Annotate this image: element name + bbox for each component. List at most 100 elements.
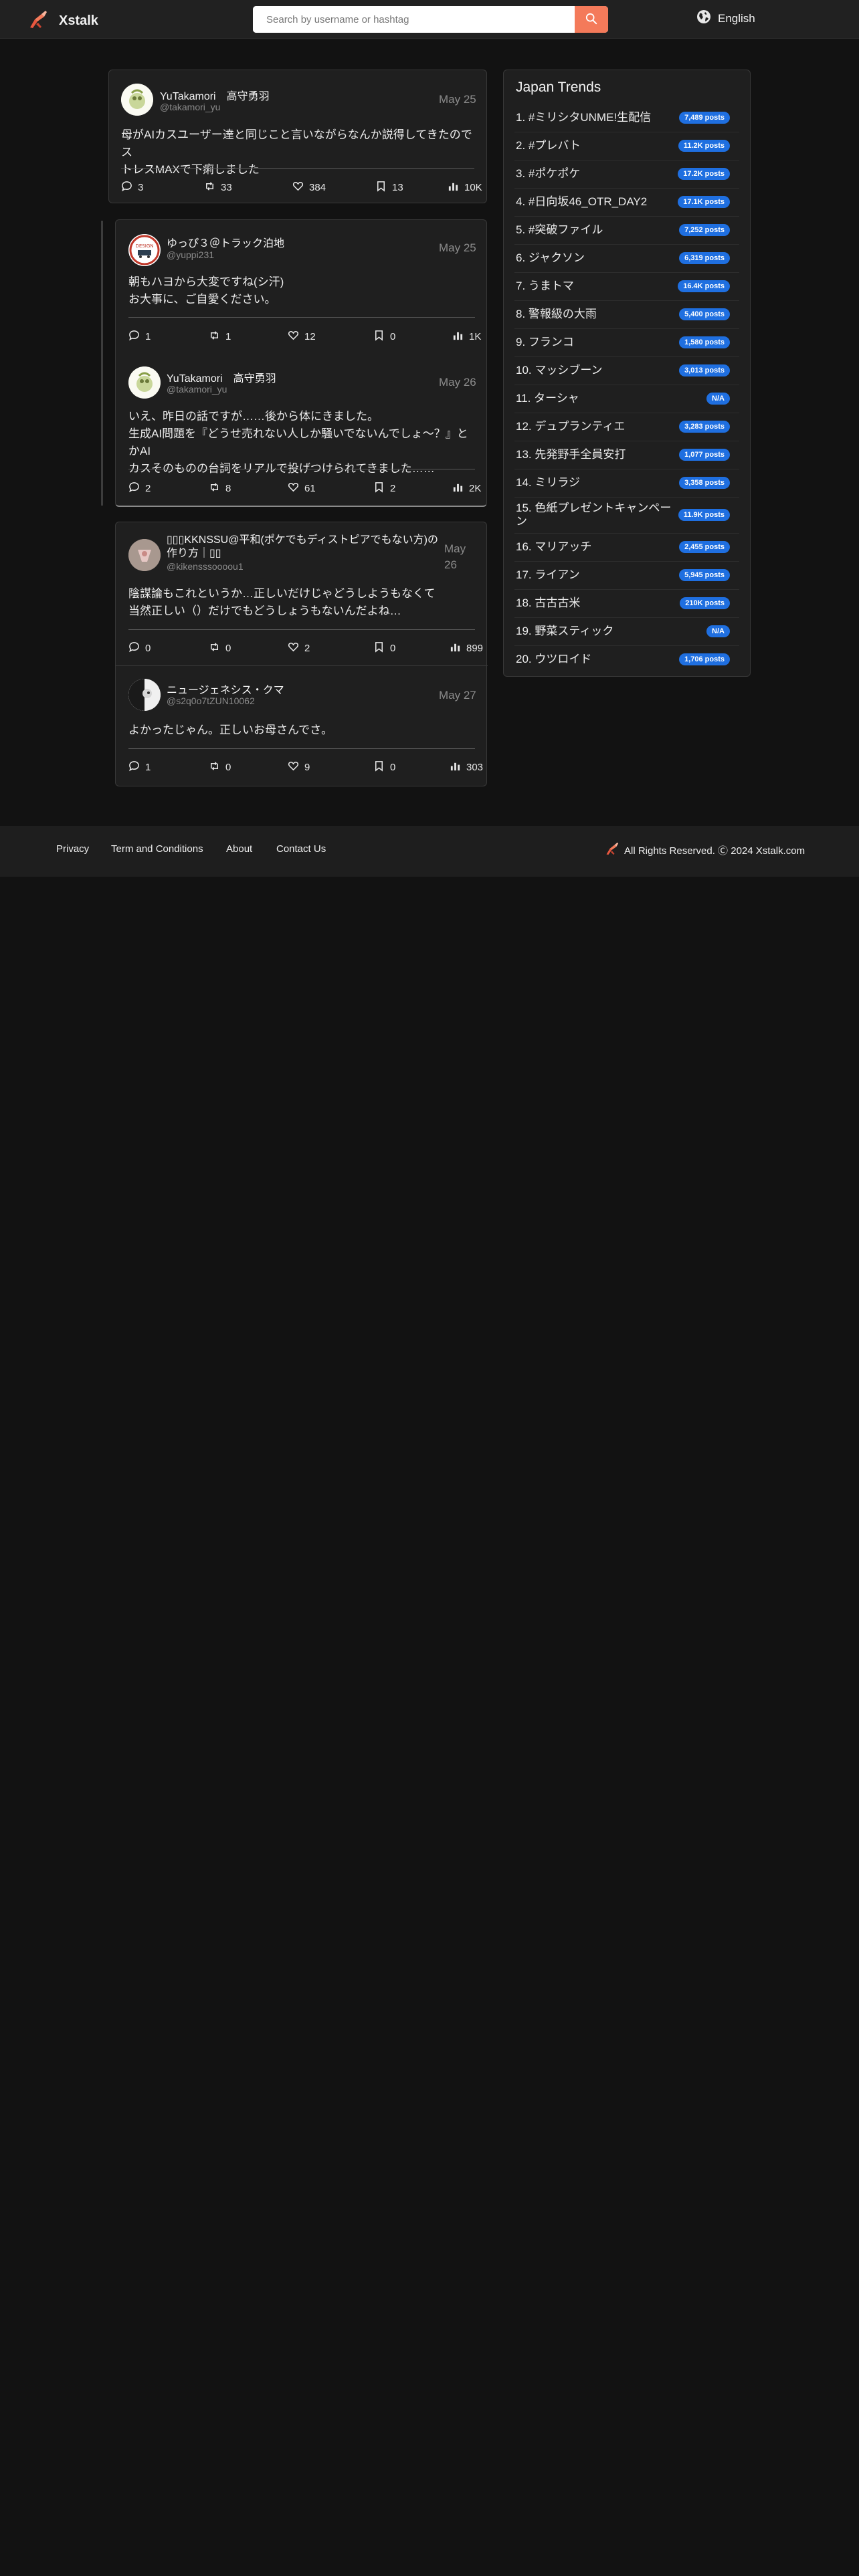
search-input[interactable] <box>253 6 575 33</box>
trend-item[interactable]: 18. 古古古米 210K posts <box>514 589 739 617</box>
trend-item[interactable]: 5. #突破ファイル 7,252 posts <box>514 216 739 244</box>
trend-name: 16. マリアッチ <box>516 540 592 553</box>
post-author-handle[interactable]: @yuppi231 <box>167 249 214 260</box>
brand-link[interactable]: Xstalk <box>27 8 98 34</box>
repost-icon <box>209 760 220 774</box>
repost-button[interactable]: 1 <box>209 330 231 344</box>
post-author-name-line: ▯▯▯KKNSSU@平和(ポケでもディストピアでもない方)の <box>167 534 438 546</box>
bookmark-button[interactable]: 13 <box>375 181 403 195</box>
comment-button[interactable]: 1 <box>128 330 151 344</box>
like-button[interactable]: 9 <box>288 760 310 774</box>
language-selector[interactable]: English <box>696 9 755 27</box>
trend-item[interactable]: 15. 色紙プレゼントキャンペーン 11.9K posts <box>514 497 739 533</box>
search-bar <box>253 6 608 33</box>
repost-button[interactable]: 0 <box>209 760 231 774</box>
comment-count: 2 <box>145 483 151 494</box>
bar-chart-icon <box>452 330 464 344</box>
comment-button[interactable]: 0 <box>128 641 151 655</box>
trend-item[interactable]: 9. フランコ 1,580 posts <box>514 328 739 356</box>
bookmark-icon <box>375 181 387 195</box>
post-author-handle[interactable]: @s2q0o7tZUN10062 <box>167 695 255 706</box>
trend-item[interactable]: 13. 先発野手全員安打 1,077 posts <box>514 441 739 469</box>
post-author-handle[interactable]: @takamori_yu <box>160 102 220 112</box>
post-author-name[interactable]: ニュージェネシス・クマ <box>167 681 284 697</box>
post-text-line: 母がAIカスユーザー達と同じこと言いながらなんか説得してきたのでス <box>121 128 472 158</box>
post-author-handle[interactable]: @takamori_yu <box>167 384 227 395</box>
repost-count: 0 <box>225 762 231 773</box>
like-button[interactable]: 12 <box>288 330 316 344</box>
trend-item[interactable]: 11. ターシャ N/A <box>514 385 739 413</box>
trend-item[interactable]: 8. 警報級の大雨 5,400 posts <box>514 300 739 328</box>
post-author-handle[interactable]: @kikensssoooou1 <box>167 561 244 572</box>
post-author-name[interactable]: ゆっぴ３＠トラック泊地 <box>167 234 284 250</box>
post-stats: 1 0 9 0 303 <box>128 760 483 775</box>
like-button[interactable]: 61 <box>288 481 316 496</box>
post-text-line: よかったじゃん。正しいお母さんでさ。 <box>128 724 333 736</box>
post-stats: 3 33 384 13 10K <box>121 181 482 195</box>
bookmark-button[interactable]: 2 <box>373 481 395 496</box>
bookmark-button[interactable]: 0 <box>373 330 395 344</box>
trend-post-count-badge: N/A <box>706 625 730 637</box>
comment-button[interactable]: 1 <box>128 760 151 774</box>
avatar[interactable] <box>121 84 153 116</box>
footer-link-about[interactable]: About <box>226 843 252 855</box>
post-author-name[interactable]: YuTakamori 高守勇羽 <box>160 87 270 103</box>
trend-post-count-badge: 5,945 posts <box>679 569 730 581</box>
thread-card: DESIGN ゆっぴ３＠トラック泊地 @yuppi231 May 25 朝もハヨ… <box>115 219 487 507</box>
avatar[interactable] <box>128 366 161 399</box>
repost-button[interactable]: 0 <box>209 641 231 655</box>
trend-item[interactable]: 16. マリアッチ 2,455 posts <box>514 533 739 561</box>
avatar[interactable] <box>128 539 161 571</box>
trend-item[interactable]: 7. うまトマ 16.4K posts <box>514 272 739 300</box>
comment-count: 1 <box>145 331 151 342</box>
footer-link-privacy[interactable]: Privacy <box>56 843 89 855</box>
post-text-line: 朝もハヨから大変ですね(シ汗) <box>128 276 284 288</box>
trend-post-count-badge: 17.1K posts <box>678 196 730 208</box>
trend-item[interactable]: 19. 野菜スティック N/A <box>514 617 739 645</box>
footer-link-terms[interactable]: Term and Conditions <box>111 843 203 855</box>
bookmark-button[interactable]: 0 <box>373 641 395 655</box>
comment-button[interactable]: 2 <box>128 481 151 496</box>
footer-link-contact[interactable]: Contact Us <box>276 843 326 855</box>
comment-icon <box>128 760 140 774</box>
comment-icon <box>128 641 140 655</box>
post-author-name[interactable]: YuTakamori 高守勇羽 <box>167 369 276 385</box>
avatar[interactable] <box>128 679 161 711</box>
trend-name: 3. #ポケポケ <box>516 167 581 180</box>
comment-button[interactable]: 3 <box>121 181 143 195</box>
trend-item[interactable]: 3. #ポケポケ 17.2K posts <box>514 160 739 188</box>
trend-item[interactable]: 4. #日向坂46_OTR_DAY2 17.1K posts <box>514 188 739 216</box>
trend-post-count-badge: 11.9K posts <box>678 509 730 521</box>
trend-item[interactable]: 17. ライアン 5,945 posts <box>514 561 739 589</box>
avatar[interactable]: DESIGN <box>128 234 161 266</box>
post-author-name[interactable]: ▯▯▯KKNSSU@平和(ポケでもディストピアでもない方)の 作り方｜▯▯ <box>167 534 438 560</box>
post-text: 陰謀論もこれというか…正しいだけじゃどうしようもなくて 当然正しい（）だけでもど… <box>128 585 475 620</box>
trends-panel: Japan Trends 1. #ミリシタUNME!生配信 7,489 posts… <box>503 70 751 677</box>
trend-name: 15. 色紙プレゼントキャンペーン <box>516 502 672 528</box>
trend-name: 20. ウツロイド <box>516 653 592 665</box>
brand-name: Xstalk <box>59 13 98 28</box>
trend-post-count-badge: 1,580 posts <box>679 336 730 348</box>
trend-item[interactable]: 1. #ミリシタUNME!生配信 7,489 posts <box>514 104 739 132</box>
like-button[interactable]: 384 <box>292 181 326 195</box>
like-count: 9 <box>304 762 310 773</box>
comment-icon <box>128 330 140 344</box>
like-button[interactable]: 2 <box>288 641 310 655</box>
bookmark-count: 2 <box>390 483 396 494</box>
trend-post-count-badge: 3,283 posts <box>679 421 730 433</box>
trend-item[interactable]: 6. ジャクソン 6,319 posts <box>514 244 739 272</box>
trend-item[interactable]: 20. ウツロイド 1,706 posts <box>514 645 739 673</box>
search-button[interactable] <box>575 6 608 33</box>
repost-button[interactable]: 8 <box>209 481 231 496</box>
trend-item[interactable]: 2. #プレバト 11.2K posts <box>514 132 739 160</box>
trend-item[interactable]: 10. マッシブーン 3,013 posts <box>514 356 739 385</box>
trend-item[interactable]: 12. デュプランティエ 3,283 posts <box>514 413 739 441</box>
repost-button[interactable]: 33 <box>204 181 232 195</box>
post-text: 母がAIカスユーザー達と同じこと言いながらなんか説得してきたのでス トレスMAX… <box>121 126 474 179</box>
trend-item[interactable]: 14. ミリラジ 3,358 posts <box>514 469 739 497</box>
bookmark-count: 0 <box>390 643 396 654</box>
trend-name: 11. ターシャ <box>516 392 579 405</box>
bookmark-button[interactable]: 0 <box>373 760 395 774</box>
trend-name: 17. ライアン <box>516 568 580 581</box>
trend-post-count-badge: 5,400 posts <box>679 308 730 320</box>
